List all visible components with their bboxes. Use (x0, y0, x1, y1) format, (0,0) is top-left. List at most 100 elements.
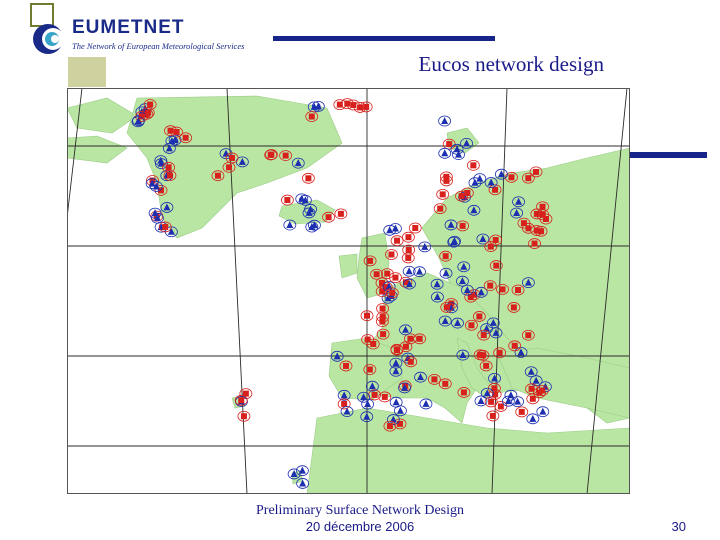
station-marker-red-square (431, 376, 438, 383)
station-marker-red-square (162, 223, 169, 230)
station-marker-red-square (405, 234, 412, 241)
logo-tagline: The Network of European Meteorological S… (72, 41, 245, 51)
station-marker-red-square (525, 332, 532, 339)
station-marker-red-square (539, 211, 546, 218)
station-marker-red-square (402, 343, 409, 350)
page-number: 30 (671, 519, 686, 534)
station-marker-red-square (357, 104, 364, 111)
accent-bar-right (627, 152, 707, 158)
station-network-map (67, 88, 630, 494)
station-marker-red-square (492, 237, 499, 244)
footer-title: Preliminary Surface Network Design (256, 503, 464, 518)
station-marker-red-square (539, 203, 546, 210)
station-marker-red-square (373, 271, 380, 278)
station-marker-red-square (489, 412, 496, 419)
station-marker-red-square (370, 340, 377, 347)
station-marker-red-square (341, 400, 348, 407)
station-marker-red-square (518, 408, 525, 415)
eumetnet-logo: EUMETNET The Network of European Meteoro… (30, 17, 270, 63)
station-marker-red-square (405, 246, 412, 253)
station-marker-red-square (282, 152, 289, 159)
station-marker-red-square (443, 177, 450, 184)
station-marker-red-square (459, 222, 466, 229)
station-marker-red-square (393, 347, 400, 354)
station-marker-red-square (442, 253, 449, 260)
station-marker-red-square (225, 164, 232, 171)
station-marker-red-square (392, 274, 399, 281)
station-marker-red-square (477, 351, 484, 358)
station-marker-red-square (336, 101, 343, 108)
station-marker-red-square (529, 395, 536, 402)
station-marker-red-square (364, 312, 371, 319)
station-marker-red-square (367, 257, 374, 264)
station-marker-red-square (525, 225, 532, 232)
footer-date: 20 décembre 2006 (305, 519, 415, 534)
station-marker-red-square (533, 168, 540, 175)
station-marker-red-square (267, 151, 274, 158)
station-marker-red-square (384, 270, 391, 277)
station-marker-red-square (405, 254, 412, 261)
station-marker-red-square (508, 174, 515, 181)
station-marker-red-square (342, 362, 349, 369)
station-marker-red-square (388, 251, 395, 258)
station-marker-red-square (366, 366, 373, 373)
station-marker-red-square (496, 349, 503, 356)
station-marker-red-square (166, 172, 173, 179)
station-marker-red-square (229, 154, 236, 161)
station-marker-red-square (337, 210, 344, 217)
station-marker-red-square (379, 314, 386, 321)
station-marker-red-square (511, 342, 518, 349)
station-marker-red-square (167, 127, 174, 134)
station-marker-red-square (240, 413, 247, 420)
station-marker-red-square (284, 197, 291, 204)
station-marker-red-square (305, 175, 312, 182)
station-marker-red-square (483, 362, 490, 369)
station-marker-red-square (380, 331, 387, 338)
station-marker-red-square (416, 335, 423, 342)
station-marker-red-square (446, 141, 453, 148)
station-marker-red-square (493, 262, 500, 269)
station-marker-red-square (407, 358, 414, 365)
station-marker-red-square (381, 393, 388, 400)
station-marker-red-square (389, 289, 396, 296)
station-marker-red-square (371, 391, 378, 398)
station-marker-red-square (470, 162, 477, 169)
station-marker-red-square (499, 286, 506, 293)
station-marker-red-square (476, 313, 483, 320)
station-marker-red-square (325, 214, 332, 221)
slide-title: Eucos network design (418, 52, 604, 76)
logo-wordmark: EUMETNET (72, 17, 185, 38)
station-marker-red-square (238, 397, 245, 404)
station-marker-red-square (379, 305, 386, 312)
station-marker-red-square (480, 332, 487, 339)
station-marker-red-square (397, 420, 404, 427)
station-marker-red-square (308, 113, 315, 120)
station-marker-red-square (439, 191, 446, 198)
station-marker-red-square (539, 387, 546, 394)
station-marker-red-square (510, 304, 517, 311)
station-marker-red-square (488, 398, 495, 405)
station-marker-red-square (437, 205, 444, 212)
station-marker-red-square (497, 403, 504, 410)
eumetnet-logo-icon (33, 24, 64, 54)
station-marker-red-square (147, 101, 154, 108)
station-marker-red-square (386, 423, 393, 430)
station-marker-red-square (460, 389, 467, 396)
station-marker-red-square (350, 102, 357, 109)
station-marker-red-square (407, 335, 414, 342)
station-marker-red-square (525, 175, 532, 182)
station-marker-red-square (394, 237, 401, 244)
station-marker-red-square (442, 380, 449, 387)
station-marker-red-square (214, 172, 221, 179)
station-marker-red-square (145, 109, 152, 116)
station-marker-red-square (443, 304, 450, 311)
station-marker-red-square (487, 282, 494, 289)
station-marker-red-square (531, 240, 538, 247)
station-marker-red-square (464, 189, 471, 196)
station-marker-red-square (182, 134, 189, 141)
station-marker-red-square (515, 287, 522, 294)
station-marker-red-square (468, 322, 475, 329)
accent-bar-top (273, 36, 495, 41)
station-marker-red-square (165, 164, 172, 171)
station-marker-red-square (412, 225, 419, 232)
